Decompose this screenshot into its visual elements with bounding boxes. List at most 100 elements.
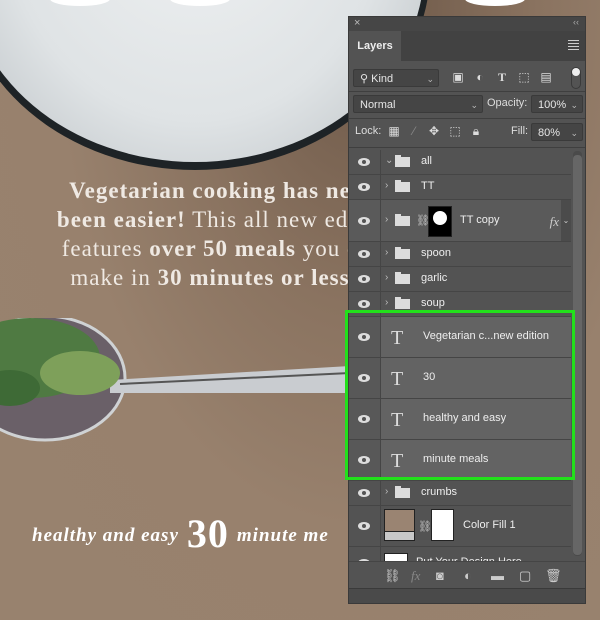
smart-object-filter-icon[interactable]: ▤ [539,70,553,84]
text-layer-icon: T [391,327,404,349]
chevron-down-icon: ⌄ [470,100,478,110]
visibility-eye-icon[interactable] [358,415,370,423]
lock-artboard-icon[interactable]: ⬚ [448,124,462,138]
visibility-eye-icon[interactable] [358,216,370,225]
lock-transparent-icon[interactable]: ▦ [387,124,401,138]
layer-group-spoon[interactable]: › spoon [349,242,571,267]
layer-name: minute meals [423,453,489,465]
scrollbar-thumb[interactable] [573,155,582,555]
type-filter-icon[interactable]: T [495,70,509,84]
chevron-down-icon[interactable]: ⌄ [561,200,571,241]
add-mask-icon[interactable]: ◙ [436,568,444,583]
chevron-down-icon[interactable]: ⌄ [570,96,578,114]
visibility-eye-icon[interactable] [358,183,370,191]
close-icon[interactable]: × [354,17,360,29]
blend-mode-value: Normal [360,99,396,111]
chevron-down-icon[interactable]: ⌄ [570,124,578,142]
opacity-value: 100% [538,99,567,111]
panel-tabs: Layers [349,31,585,61]
new-layer-icon[interactable]: ▢ [519,568,531,584]
layer-color-fill[interactable]: ⛓ Color Fill 1 [349,506,571,547]
chevron-right-icon[interactable]: › [385,180,388,191]
panel-titlebar: × ‹‹ [349,17,585,31]
lock-all-icon[interactable]: 🔒︎ [469,124,483,138]
layers-scrollbar[interactable] [573,151,582,556]
spoon-image [0,318,351,442]
layer-group-crumbs[interactable]: › crumbs [349,481,571,506]
visibility-eye-icon[interactable] [358,275,370,283]
layers-panel: × ‹‹ Layers ⚲ Kind ⌄ ▣ ◐ T ⬚ ▤ Normal ⌄ Op… [348,16,586,604]
new-adjustment-icon[interactable]: ◐ [464,568,472,583]
color-fill-thumbnail[interactable] [384,509,415,541]
visibility-eye-icon[interactable] [358,250,370,258]
tagline-number: 30 [186,511,229,556]
lock-position-icon[interactable]: ✥ [427,124,441,138]
layer-group-tt-copy[interactable]: › ⛓ TT copy fx ⌄ [349,200,571,242]
tagline-right: minute me [236,525,329,546]
layer-name: spoon [421,247,451,259]
panel-menu-icon[interactable] [568,40,579,52]
copy-line-1: Vegetarian cooking has ne [69,178,351,203]
copy-line-2: This all new edit [185,207,364,232]
folder-icon [395,272,410,284]
garnish-dot [465,0,525,6]
visibility-eye-icon[interactable] [358,489,370,497]
filter-kind-label: Kind [371,73,394,85]
filter-kind-select[interactable]: ⚲ Kind ⌄ [353,69,439,87]
folder-icon [395,180,410,192]
layer-text-30[interactable]: T 30 [349,358,571,399]
layer-list: ⌄ all › TT › ⛓ TT copy fx ⌄ › spoon › ga… [349,150,571,579]
visibility-eye-icon[interactable] [358,333,370,341]
fill-label: Fill: [511,125,529,137]
delete-layer-icon[interactable]: 🗑︎ [545,568,562,584]
add-style-icon[interactable]: fx [411,568,420,584]
folder-icon [395,247,410,259]
visibility-eye-icon[interactable] [358,158,370,166]
layer-group-soup[interactable]: › soup [349,292,571,317]
layer-group-all[interactable]: ⌄ all [349,150,571,175]
layer-mask-thumbnail[interactable] [428,205,452,237]
blend-mode-select[interactable]: Normal ⌄ [353,95,483,113]
layer-group-tt[interactable]: › TT [349,175,571,200]
fx-icon[interactable]: fx [550,214,559,230]
opacity-field[interactable]: 100% ⌄ [531,95,583,113]
chevron-right-icon[interactable]: › [385,272,388,283]
new-group-icon[interactable]: ▬ [491,568,504,583]
panel-footer: ⛓ fx ◙ ◐ ▬ ▢ 🗑︎ [349,561,585,589]
chevron-right-icon[interactable]: › [385,214,388,225]
divider [349,91,585,92]
layer-name: Color Fill 1 [463,519,516,531]
collapse-icon[interactable]: ‹‹ [573,17,579,27]
filter-toggle[interactable] [571,67,581,89]
layer-mask-thumbnail[interactable] [431,509,454,541]
layer-name: healthy and easy [423,412,507,424]
link-layers-icon[interactable]: ⛓ [384,568,401,584]
visibility-eye-icon[interactable] [358,300,370,308]
layer-group-garlic[interactable]: › garlic [349,267,571,292]
layer-text-healthy[interactable]: T healthy and easy [349,399,571,440]
visibility-eye-icon[interactable] [358,374,370,382]
image-filter-icon[interactable]: ▣ [451,70,465,84]
visibility-eye-icon[interactable] [358,456,370,464]
chevron-down-icon[interactable]: ⌄ [385,155,393,166]
layer-name: TT copy [460,213,500,226]
tab-layers[interactable]: Layers [349,31,401,61]
layer-text-vegetarian[interactable]: T Vegetarian c...new edition [349,317,571,358]
adjustment-filter-icon[interactable]: ◐ [473,70,487,84]
chevron-right-icon[interactable]: › [385,247,388,258]
shape-filter-icon[interactable]: ⬚ [517,70,531,84]
tagline-left: healthy and easy [32,525,179,546]
chevron-right-icon[interactable]: › [385,486,388,497]
chevron-down-icon: ⌄ [426,74,434,84]
copy-line-4-bold: 30 minutes or less [157,265,350,290]
folder-icon [395,486,410,498]
link-icon[interactable]: ⛓ [418,520,432,533]
opacity-label: Opacity: [487,97,528,109]
layer-text-minute-meals[interactable]: T minute meals [349,440,571,481]
chevron-right-icon[interactable]: › [385,297,388,308]
resize-grip[interactable] [349,588,585,603]
fill-field[interactable]: 80% ⌄ [531,123,583,141]
visibility-eye-icon[interactable] [358,522,370,530]
lock-brush-icon[interactable]: ⁄ [407,124,421,138]
copy-line-3-bold: over 50 meals [149,236,297,261]
